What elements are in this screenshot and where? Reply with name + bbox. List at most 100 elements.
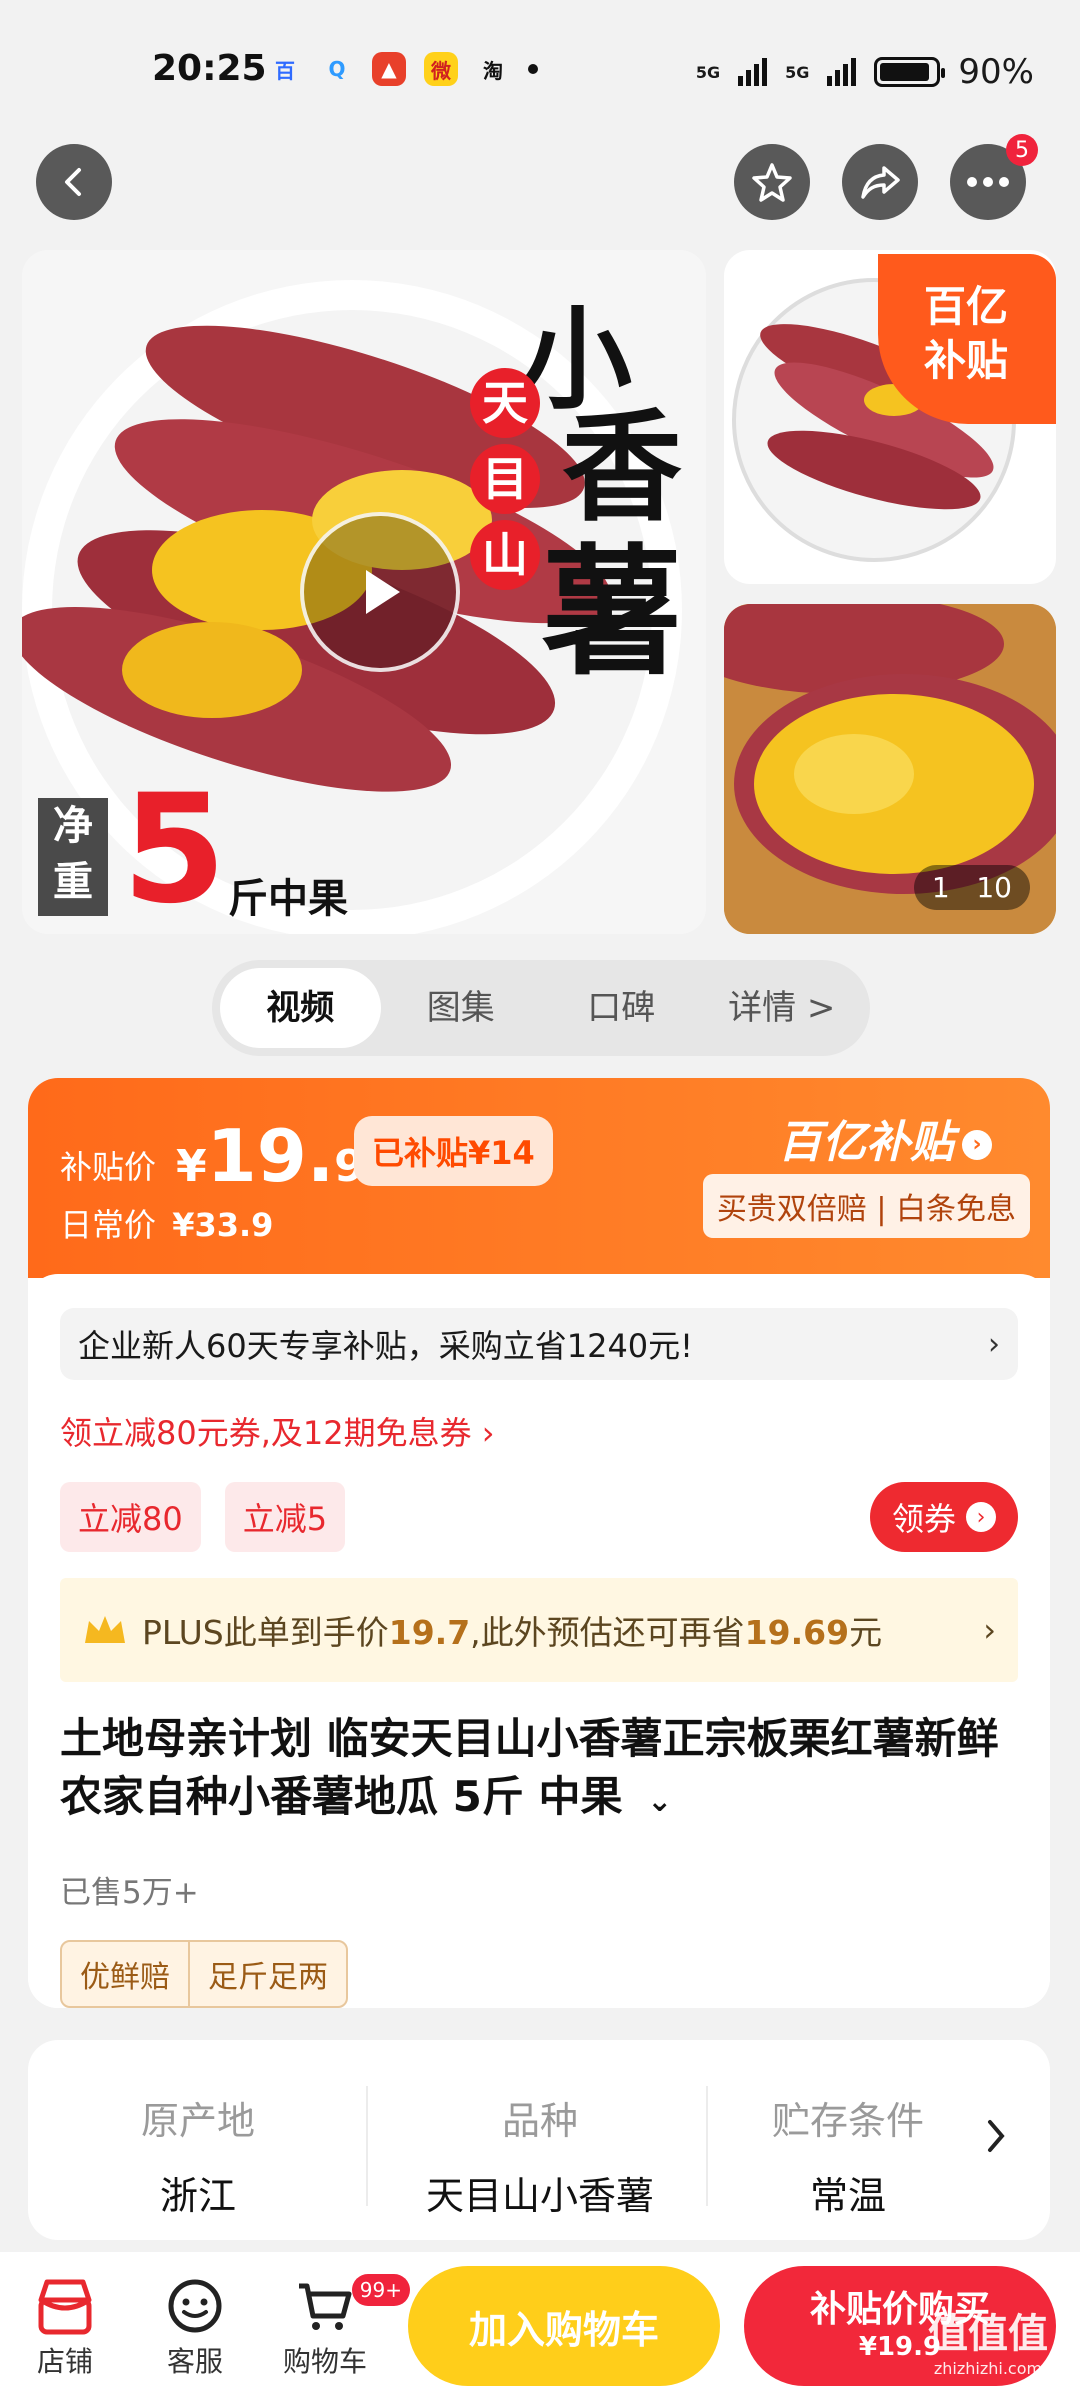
tab-video[interactable]: 视频 bbox=[220, 968, 381, 1048]
subtitle-char-3: 山 bbox=[470, 520, 540, 590]
price-body: 企业新人60天专享补贴，采购立省1240元! › 领立减80元券,及12期免息券… bbox=[28, 1274, 1050, 2008]
coupon-chip[interactable]: 立减5 bbox=[224, 1482, 346, 1552]
attribute-key: 原产地 bbox=[140, 2099, 255, 2143]
more-badge: 5 bbox=[1006, 134, 1038, 166]
bottom-action-bar: 店铺 客服 99+ 购物车 加入购物车 补贴价购买 ¥19.9 值值值 zhiz… bbox=[0, 2252, 1080, 2400]
attribute-value: 常温 bbox=[809, 2174, 886, 2218]
weight-label-char-1: 净 bbox=[53, 803, 93, 849]
browser-app-icon: Q bbox=[328, 57, 346, 81]
subsidy-brand-link[interactable]: 百亿补贴 › bbox=[778, 1106, 992, 1170]
status-indicators: 5G 5G 90% bbox=[696, 52, 1034, 92]
share-icon bbox=[861, 166, 900, 199]
product-title-text: 土地母亲计划 临安天目山小香薯正宗板栗红薯新鲜农家自种小番薯地瓜 5斤 中果 bbox=[60, 1714, 999, 1821]
shop-button[interactable]: 店铺 bbox=[30, 2274, 100, 2380]
regular-price: 日常价 ¥33.9 bbox=[60, 1200, 273, 1246]
coupon-link[interactable]: 领立减80元券,及12期免息券 › bbox=[60, 1408, 1018, 1454]
enterprise-promo-bar[interactable]: 企业新人60天专享补贴，采购立省1240元! › bbox=[60, 1308, 1018, 1380]
plus-price-2: 19.69 bbox=[744, 1613, 850, 1652]
weight-number: 5 bbox=[122, 763, 227, 934]
notification-dot-icon bbox=[528, 64, 538, 74]
tab-details[interactable]: 详情 > bbox=[702, 968, 863, 1048]
subsidy-price: ¥19.9 bbox=[176, 1114, 365, 1198]
play-button[interactable] bbox=[300, 512, 460, 672]
signal-icon-2 bbox=[827, 58, 857, 86]
attribute-key: 品种 bbox=[501, 2099, 578, 2143]
taobao-app-icon: 淘 bbox=[483, 58, 503, 83]
shop-icon bbox=[30, 2274, 100, 2340]
coupon-chips: 立减80 立减5 领券 › bbox=[60, 1482, 1018, 1552]
price-header: 补贴价 ¥19.9 已补贴¥14 日常价 ¥33.9 百亿补贴 › 买贵双倍赔 |… bbox=[28, 1078, 1050, 1278]
price-integer: 19. bbox=[206, 1114, 335, 1198]
signal-icon bbox=[738, 58, 768, 86]
customer-service-button[interactable]: 客服 bbox=[160, 2274, 230, 2380]
main-product-video[interactable]: 小 香 薯 天 目 山 净 重 5 斤中果 bbox=[22, 250, 706, 934]
thumbnail-image-1[interactable]: 百亿 补贴 bbox=[724, 250, 1056, 584]
media-tabs: 视频 图集 口碑 详情 > bbox=[212, 960, 870, 1056]
cart-button[interactable]: 99+ 购物车 bbox=[278, 2274, 410, 2380]
share-button[interactable] bbox=[842, 144, 918, 220]
cart-label: 购物车 bbox=[282, 2345, 367, 2378]
attribute-variety: 品种 天目山小香薯 bbox=[390, 2090, 690, 2220]
counter-current: 1 bbox=[931, 871, 950, 904]
watermark-url: zhizhizhi.com bbox=[933, 2359, 1043, 2378]
watermark-text: 值值值 bbox=[928, 2311, 1048, 2357]
currency-symbol: ¥ bbox=[176, 1141, 207, 1192]
attribute-storage: 贮存条件 常温 bbox=[728, 2090, 968, 2220]
buy-with-subsidy-button[interactable]: 补贴价购买 ¥19.9 值值值 zhizhizhi.com bbox=[744, 2266, 1056, 2386]
attribute-value: 浙江 bbox=[159, 2174, 236, 2218]
status-time: 20:25 bbox=[152, 48, 267, 89]
sold-count: 已售5万+ bbox=[60, 1875, 199, 1911]
star-icon bbox=[752, 163, 792, 202]
attribute-key: 贮存条件 bbox=[771, 2099, 924, 2143]
shop-label: 店铺 bbox=[36, 2345, 93, 2378]
plus-price-1: 19.7 bbox=[388, 1613, 471, 1652]
service-tags[interactable]: 优鲜赔 足斤足两 bbox=[60, 1940, 348, 2008]
counter-total: 10 bbox=[976, 871, 1012, 904]
get-coupon-label: 领券 bbox=[891, 1500, 956, 1538]
network-label-2: 5G bbox=[785, 62, 810, 82]
service-tag: 优鲜赔 bbox=[80, 1960, 170, 1995]
cart-icon: 99+ bbox=[278, 2274, 410, 2340]
attribute-origin: 原产地 浙江 bbox=[48, 2090, 348, 2220]
title-char-3: 薯 bbox=[542, 531, 683, 695]
already-subsidized-tag: 已补贴¥14 bbox=[354, 1116, 553, 1186]
chevron-down-icon: ⌄ bbox=[647, 1784, 673, 1819]
more-button[interactable]: 5 bbox=[950, 134, 1038, 220]
back-button[interactable] bbox=[36, 144, 112, 220]
site-watermark: 值值值 zhizhizhi.com bbox=[928, 2301, 1048, 2378]
price-card: 补贴价 ¥19.9 已补贴¥14 日常价 ¥33.9 百亿补贴 › 买贵双倍赔 |… bbox=[28, 1078, 1050, 2008]
enterprise-promo-text: 企业新人60天专享补贴，采购立省1240元! bbox=[78, 1327, 693, 1365]
chevron-right-icon: › bbox=[966, 1502, 996, 1532]
subsidy-price-label: 补贴价 bbox=[60, 1148, 157, 1186]
divider bbox=[366, 2086, 368, 2206]
tab-reviews[interactable]: 口碑 bbox=[541, 968, 702, 1048]
regular-price-value: ¥33.9 bbox=[172, 1206, 274, 1244]
coupon-chip[interactable]: 立减80 bbox=[60, 1482, 201, 1552]
add-to-cart-button[interactable]: 加入购物车 bbox=[408, 2266, 720, 2386]
thumbnail-image-2[interactable]: 1 10 bbox=[724, 604, 1056, 934]
customer-service-label: 客服 bbox=[166, 2345, 223, 2378]
guarantee-badge[interactable]: 买贵双倍赔 | 白条免息 bbox=[702, 1174, 1030, 1238]
tab-gallery[interactable]: 图集 bbox=[381, 968, 542, 1048]
image-counter: 1 10 bbox=[913, 865, 1030, 910]
chevron-right-icon: › bbox=[983, 1611, 996, 1649]
weight-label-char-2: 重 bbox=[53, 859, 93, 905]
product-title[interactable]: 土地母亲计划 临安天目山小香薯正宗板栗红薯新鲜农家自种小番薯地瓜 5斤 中果 ⌄ bbox=[60, 1710, 1018, 1831]
plus-text-3: 元 bbox=[849, 1613, 883, 1652]
regular-price-label: 日常价 bbox=[60, 1206, 157, 1244]
more-dots-icon bbox=[967, 177, 1009, 187]
favorite-button[interactable] bbox=[734, 144, 810, 220]
attributes-card[interactable]: 原产地 浙江 品种 天目山小香薯 贮存条件 常温 bbox=[28, 2040, 1050, 2240]
chevron-right-icon: › bbox=[962, 1130, 992, 1160]
ribbon-line-2: 补贴 bbox=[924, 336, 1009, 385]
ribbon-line-1: 百亿 bbox=[924, 282, 1009, 331]
plus-member-bar[interactable]: PLUS此单到手价19.7,此外预估还可再省19.69元 › bbox=[60, 1578, 1018, 1682]
cart-count-badge: 99+ bbox=[351, 2274, 410, 2306]
status-app-icons: 百 Q ▲ 微 淘 bbox=[268, 52, 538, 86]
chevron-right-icon bbox=[982, 2116, 1010, 2160]
get-coupon-button[interactable]: 领券 › bbox=[869, 1482, 1018, 1552]
status-bar: 20:25 百 Q ▲ 微 淘 5G 5G 90% bbox=[0, 0, 1080, 140]
service-tag: 足斤足两 bbox=[188, 1942, 346, 2006]
chevron-right-icon: › bbox=[988, 1326, 1000, 1362]
plus-text-1: PLUS此单到手价 bbox=[142, 1613, 389, 1652]
